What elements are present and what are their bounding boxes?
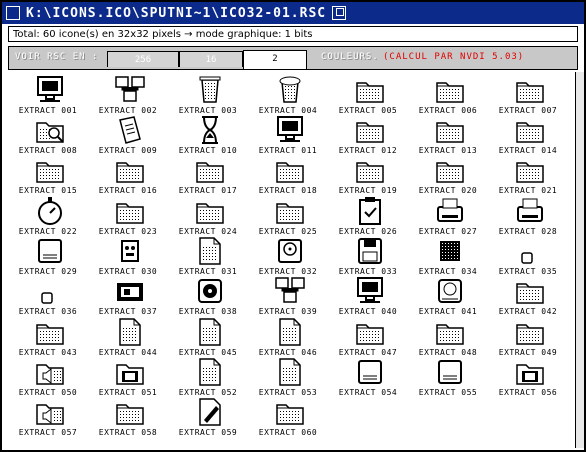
folder-icon <box>514 114 546 146</box>
folder-icon <box>514 275 546 307</box>
floppy-icon <box>354 235 386 267</box>
printer-icon <box>434 195 466 227</box>
folder-icon <box>194 195 226 227</box>
folder-icon <box>354 74 386 106</box>
folder-search-icon <box>34 114 66 146</box>
folder-icon <box>514 316 546 348</box>
icon-label: EXTRACT 055 <box>418 388 478 397</box>
drive-icon <box>34 235 66 267</box>
info-bar: Total: 60 icone(s) en 32x32 pixels → mod… <box>8 26 578 42</box>
icon-label: EXTRACT 060 <box>258 428 318 437</box>
color-mode-toolbar: VOIR RSC EN : 256 16 2 COULEURS. (CALCUL… <box>8 46 578 70</box>
icon-item[interactable]: EXTRACT 057 <box>8 394 88 442</box>
document-icon <box>194 356 226 388</box>
network-computers-icon <box>274 275 306 307</box>
folder-icon <box>34 154 66 186</box>
icon-label: EXTRACT 059 <box>178 428 238 437</box>
small-icon <box>514 235 546 267</box>
monitor-icon <box>274 114 306 146</box>
icon-item[interactable]: EXTRACT 055 <box>408 354 488 402</box>
cd-drive-icon <box>274 235 306 267</box>
close-icon[interactable] <box>6 6 20 20</box>
film-icon <box>114 275 146 307</box>
speaker-icon <box>434 275 466 307</box>
folder-icon <box>354 316 386 348</box>
tab-2-colors[interactable]: 2 <box>243 50 307 69</box>
folder-icon <box>434 154 466 186</box>
drive-icon <box>434 356 466 388</box>
colors-label: COULEURS. <box>321 52 379 62</box>
icon-item[interactable]: EXTRACT 054 <box>328 354 408 402</box>
rsc-viewer-window: K:\ICONS.ICO\SPUTNI~1\ICO32-01.RSC Total… <box>0 0 586 452</box>
icon-label: EXTRACT 056 <box>498 388 558 397</box>
document-icon <box>194 235 226 267</box>
folder-film-icon <box>114 356 146 388</box>
folder-icon <box>274 195 306 227</box>
robot-icon <box>114 235 146 267</box>
network-computers-icon <box>114 74 146 106</box>
tab-256-colors[interactable]: 256 <box>107 51 179 67</box>
trash-can-icon <box>194 74 226 106</box>
book-icon <box>114 114 146 146</box>
document-pen-icon <box>194 396 226 428</box>
printer-icon <box>514 195 546 227</box>
document-icon <box>114 316 146 348</box>
icon-label: EXTRACT 058 <box>98 428 158 437</box>
folder-sound-icon <box>34 396 66 428</box>
folder-icon <box>354 114 386 146</box>
icon-item[interactable]: EXTRACT 056 <box>488 354 568 402</box>
icon-item[interactable]: EXTRACT 058 <box>88 394 168 442</box>
fullscreen-icon[interactable] <box>332 6 347 20</box>
folder-icon <box>114 154 146 186</box>
music-icon <box>194 275 226 307</box>
folder-icon <box>434 316 466 348</box>
folder-icon <box>274 154 306 186</box>
document-icon <box>274 356 306 388</box>
folder-icon <box>514 154 546 186</box>
folder-icon <box>114 195 146 227</box>
title-bar[interactable]: K:\ICONS.ICO\SPUTNI~1\ICO32-01.RSC <box>2 2 584 24</box>
folder-sound-icon <box>34 356 66 388</box>
monitor-icon <box>354 275 386 307</box>
clipboard-icon <box>354 195 386 227</box>
folder-icon <box>274 396 306 428</box>
document-icon <box>194 316 226 348</box>
icon-item[interactable]: EXTRACT 059 <box>168 394 248 442</box>
folder-icon <box>434 114 466 146</box>
folder-film-icon <box>514 356 546 388</box>
window-title: K:\ICONS.ICO\SPUTNI~1\ICO32-01.RSC <box>26 5 327 21</box>
drive-icon <box>354 356 386 388</box>
stopwatch-icon <box>34 195 66 227</box>
tab-16-colors[interactable]: 16 <box>179 51 243 67</box>
document-icon <box>274 316 306 348</box>
folder-icon <box>194 154 226 186</box>
folder-icon <box>514 74 546 106</box>
trash-full-icon <box>274 74 306 106</box>
folder-icon <box>354 154 386 186</box>
folder-icon <box>34 316 66 348</box>
pattern-icon <box>434 235 466 267</box>
icon-label: EXTRACT 057 <box>18 428 78 437</box>
monitor-icon <box>34 74 66 106</box>
icon-item[interactable]: EXTRACT 060 <box>248 394 328 442</box>
icon-grid: EXTRACT 001 EXTRACT 002 EXTRACT 003 EXTRACT… <box>8 72 574 448</box>
folder-icon <box>114 396 146 428</box>
calc-note: (CALCUL PAR NVDI 5.03) <box>383 52 525 62</box>
vertical-scrollbar[interactable] <box>575 72 584 448</box>
folder-icon <box>434 74 466 106</box>
icon-label: EXTRACT 054 <box>338 388 398 397</box>
small-icon <box>34 275 66 307</box>
hourglass-icon <box>194 114 226 146</box>
view-rsc-label: VOIR RSC EN : <box>15 52 99 62</box>
